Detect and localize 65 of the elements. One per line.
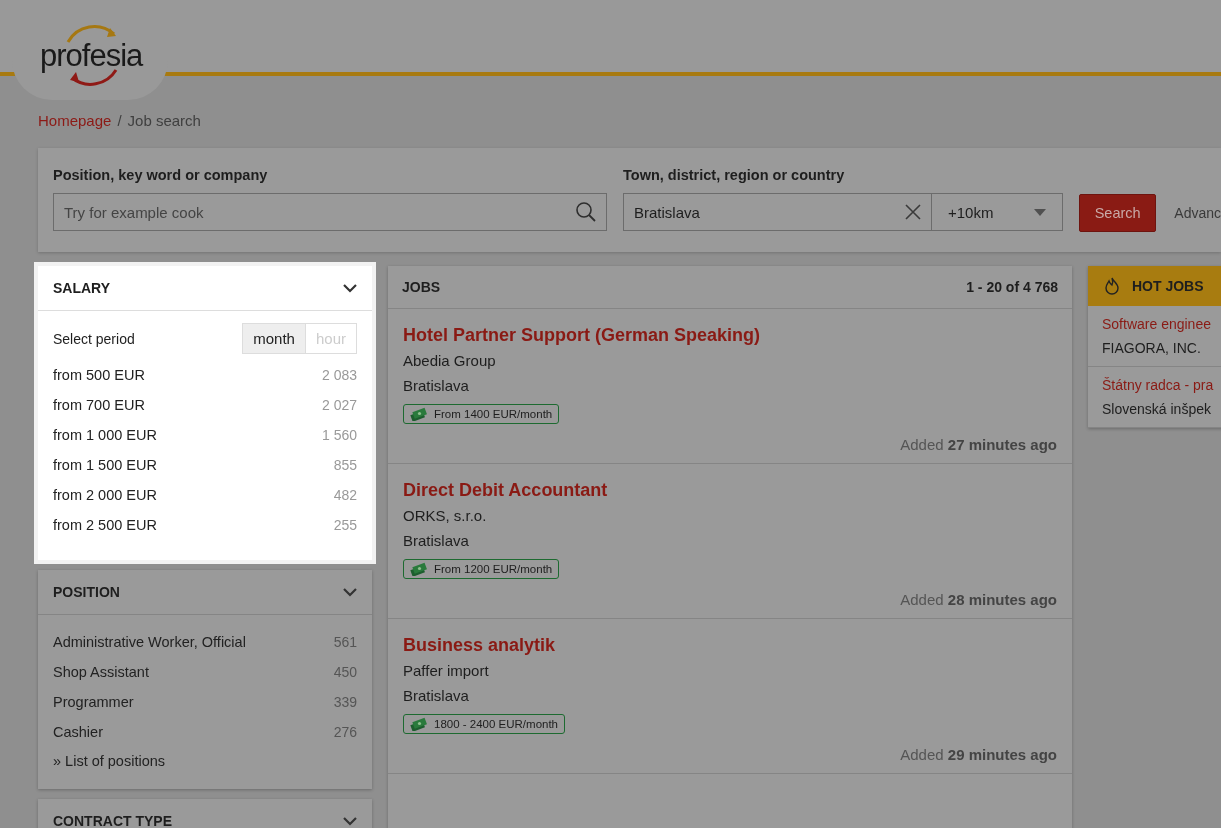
option-count: 2 027	[321, 397, 357, 413]
filter-title: POSITION	[53, 584, 120, 600]
company-name: FIAGORA, INC.	[1102, 339, 1201, 358]
hot-job-link[interactable]: Štátny radca - pra	[1102, 373, 1214, 397]
results-count: 1 - 20 of 4 768	[966, 279, 1058, 295]
company-name: Paffer import	[403, 661, 489, 681]
option-count: 276	[333, 724, 357, 740]
breadcrumb-current: Job search	[127, 112, 201, 129]
filter-option[interactable]: from 500 EUR	[53, 367, 145, 383]
money-icon	[410, 717, 428, 731]
filter-title: CONTRACT TYPE	[53, 813, 172, 828]
positions-list-link[interactable]: » List of positions	[53, 753, 357, 769]
company-name: Slovenská inšpek	[1102, 400, 1211, 419]
keyword-field[interactable]: Try for example cook	[53, 193, 607, 231]
salary-tag: From 1200 EUR/month	[403, 559, 560, 579]
added-time: Added 27 minutes ago	[900, 436, 1057, 453]
advanced-search-link[interactable]: Advanc	[1174, 205, 1221, 221]
option-count: 482	[333, 487, 357, 503]
filter-option[interactable]: Administrative Worker, Official	[53, 634, 246, 650]
option-count: 450	[333, 664, 357, 680]
option-count: 255	[333, 517, 357, 533]
job-title-link[interactable]: Hotel Partner Support (German Speaking)	[403, 325, 761, 346]
job-title-link[interactable]: Direct Debit Accountant	[403, 480, 608, 501]
job-location: Bratislava	[403, 531, 469, 551]
added-time: Added 28 minutes ago	[900, 591, 1057, 608]
breadcrumb-separator: /	[117, 112, 122, 129]
search-button[interactable]: Search	[1079, 194, 1157, 232]
money-icon	[410, 562, 428, 576]
filter-option[interactable]: from 1 500 EUR	[53, 457, 157, 473]
job-title-link[interactable]: Business analytik	[403, 635, 556, 656]
company-name: Abedia Group	[403, 351, 496, 371]
period-label: Select period	[53, 330, 135, 347]
filter-option[interactable]: from 1 000 EUR	[53, 427, 157, 443]
filter-option[interactable]: Programmer	[53, 694, 134, 710]
clear-icon[interactable]	[904, 203, 922, 221]
option-count: 561	[333, 634, 357, 650]
filter-option[interactable]: Shop Assistant	[53, 664, 149, 680]
chevron-down-icon[interactable]	[343, 283, 357, 293]
company-name: ORKS, s.r.o.	[403, 506, 487, 526]
filter-option[interactable]: from 2 000 EUR	[53, 487, 157, 503]
location-field[interactable]: Bratislava	[623, 193, 932, 231]
option-count: 855	[333, 457, 357, 473]
salary-tag: 1800 - 2400 EUR/month	[403, 714, 566, 734]
filter-option[interactable]: from 700 EUR	[53, 397, 145, 413]
hot-jobs-title: HOT JOBS	[1132, 278, 1204, 294]
filter-title: SALARY	[53, 280, 111, 296]
option-count: 1 560	[321, 427, 357, 443]
job-location: Bratislava	[403, 376, 469, 396]
option-count: 339	[333, 694, 357, 710]
filter-option[interactable]: Cashier	[53, 724, 103, 740]
hot-job-link[interactable]: Software enginee	[1102, 312, 1211, 336]
job-location: Bratislava	[403, 686, 469, 706]
salary-tag: From 1400 EUR/month	[403, 404, 560, 424]
radius-dropdown[interactable]: +10km	[932, 193, 1063, 231]
field-label: Position, key word or company	[53, 167, 269, 185]
field-label: Town, district, region or country	[623, 167, 846, 185]
jobs-title: JOBS	[402, 279, 441, 295]
money-icon	[410, 407, 428, 421]
flame-icon	[1104, 277, 1120, 295]
added-time: Added 29 minutes ago	[900, 746, 1057, 763]
option-count: 2 083	[321, 367, 357, 383]
filter-option[interactable]: from 2 500 EUR	[53, 517, 157, 533]
caret-icon	[1034, 208, 1046, 216]
search-icon	[575, 201, 597, 223]
period-toggle[interactable]: month	[243, 324, 306, 353]
